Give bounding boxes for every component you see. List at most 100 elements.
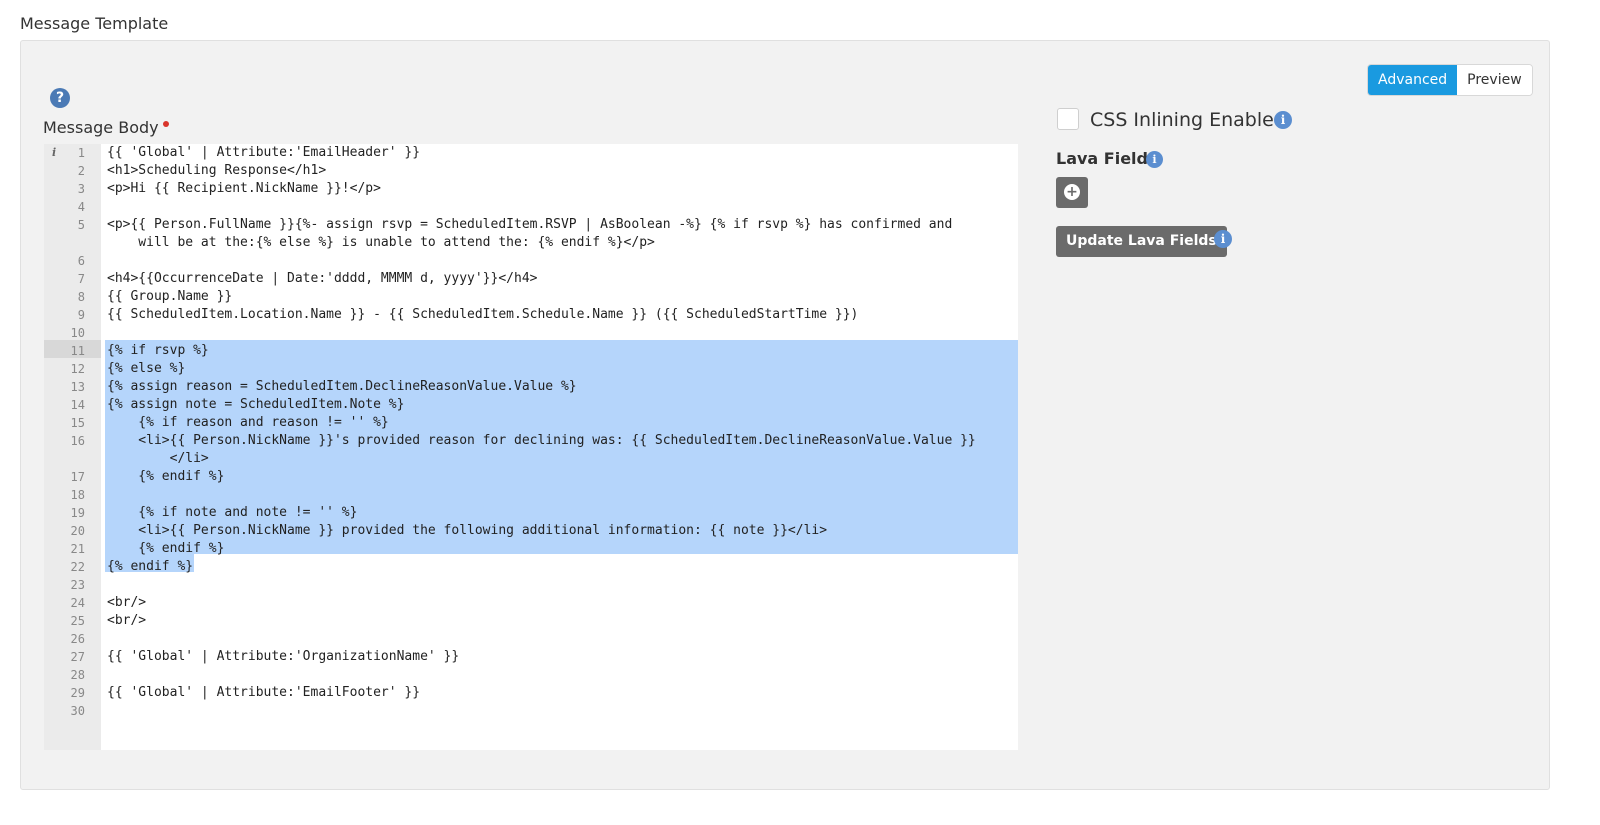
code-line[interactable]: 26 (44, 630, 1018, 648)
line-number: 26 (70, 632, 85, 646)
line-number: 11 (70, 344, 85, 358)
code-line[interactable]: 22 {% endif %} (44, 558, 1018, 576)
line-number: 17 (70, 470, 85, 484)
code-line[interactable]: 25 <br/> (44, 612, 1018, 630)
line-number: 2 (77, 164, 85, 178)
code-line[interactable]: 21 {% endif %} (44, 540, 1018, 558)
line-text: {{ 'Global' | Attribute:'OrganizationNam… (107, 649, 460, 664)
question-circle-icon[interactable]: ? (50, 88, 70, 108)
lava-fields-info-icon[interactable]: i (1146, 151, 1163, 168)
code-line[interactable]: 14 {% assign note = ScheduledItem.Note %} (44, 396, 1018, 414)
line-number: 29 (70, 686, 85, 700)
line-text: <li>{{ Person.NickName }} provided the f… (107, 523, 828, 538)
line-number: 20 (70, 524, 85, 538)
code-line[interactable]: will be at the:{% else %} is unable to a… (44, 234, 1018, 252)
line-number: 7 (77, 272, 85, 286)
line-number: 16 (70, 434, 85, 448)
code-line[interactable]: 8 {{ Group.Name }} (44, 288, 1018, 306)
line-number: 10 (70, 326, 85, 340)
line-number: 24 (70, 596, 85, 610)
code-line[interactable]: 7 <h4>{{OccurrenceDate | Date:'dddd, MMMM… (44, 270, 1018, 288)
line-text: </li> (107, 451, 209, 466)
preview-button[interactable]: Preview (1457, 65, 1532, 95)
code-line[interactable]: 10 (44, 324, 1018, 342)
line-text: <br/> (107, 613, 147, 628)
code-line[interactable]: 3 <p>Hi {{ Recipient.NickName }}!</p> (44, 180, 1018, 198)
line-number: 21 (70, 542, 85, 556)
line-number: 27 (70, 650, 85, 664)
code-line[interactable]: 15 {% if reason and reason != '' %} (44, 414, 1018, 432)
line-number: 23 (70, 578, 85, 592)
line-number: 15 (70, 416, 85, 430)
message-body-label-text: Message Body (43, 118, 159, 137)
line-text: {% assign note = ScheduledItem.Note %} (107, 397, 405, 412)
line-text: <h4>{{OccurrenceDate | Date:'dddd, MMMM … (107, 271, 538, 286)
code-line[interactable]: 27 {{ 'Global' | Attribute:'OrganizationN… (44, 648, 1018, 666)
message-body-label: Message Body (43, 118, 169, 137)
code-line[interactable]: 17 {% endif %} (44, 468, 1018, 486)
css-inlining-checkbox[interactable] (1057, 108, 1079, 130)
code-line[interactable]: 11 {% if rsvp %} (44, 342, 1018, 360)
code-line[interactable]: </li> (44, 450, 1018, 468)
code-line[interactable]: 9 {{ ScheduledItem.Location.Name }} - {{ … (44, 306, 1018, 324)
code-line[interactable]: 13 {% assign reason = ScheduledItem.Decli… (44, 378, 1018, 396)
code-line[interactable]: 6 (44, 252, 1018, 270)
line-text: {{ 'Global' | Attribute:'EmailFooter' }} (107, 685, 421, 700)
advanced-button[interactable]: Advanced (1368, 65, 1458, 95)
line-number: 14 (70, 398, 85, 412)
code-line[interactable]: 30 (44, 702, 1018, 720)
line-text: {% if note and note != '' %} (107, 505, 358, 520)
line-number: 19 (70, 506, 85, 520)
update-lava-fields-info-icon[interactable]: i (1214, 230, 1232, 248)
code-line[interactable]: 19 {% if note and note != '' %} (44, 504, 1018, 522)
lava-fields-label: Lava Fields (1056, 149, 1158, 168)
line-text: <p>Hi {{ Recipient.NickName }}!</p> (107, 181, 381, 196)
code-line[interactable]: 20 <li>{{ Person.NickName }} provided th… (44, 522, 1018, 540)
line-text: {% else %} (107, 361, 186, 376)
line-number: 4 (77, 200, 85, 214)
line-text: <li>{{ Person.NickName }}'s provided rea… (107, 433, 976, 448)
line-number: 18 (70, 488, 85, 502)
line-text: {% endif %} (107, 469, 225, 484)
view-mode-toggle: Advanced Preview (1367, 64, 1533, 96)
line-text: {% assign reason = ScheduledItem.Decline… (107, 379, 577, 394)
line-number: 13 (70, 380, 85, 394)
update-lava-fields-button[interactable]: Update Lava Fields (1056, 226, 1227, 257)
plus-circle-icon: + (1064, 184, 1080, 200)
line-text: <h1>Scheduling Response</h1> (107, 163, 327, 178)
code-line[interactable]: 29 {{ 'Global' | Attribute:'EmailFooter' … (44, 684, 1018, 702)
code-line[interactable]: 4 (44, 198, 1018, 216)
css-inlining-label: CSS Inlining Enabled (1090, 109, 1286, 131)
code-line[interactable]: 1 {{ 'Global' | Attribute:'EmailHeader' }… (44, 144, 1018, 162)
line-number: 9 (77, 308, 85, 322)
line-number: 30 (70, 704, 85, 718)
line-number: 22 (70, 560, 85, 574)
line-number: 8 (77, 290, 85, 304)
line-number: 25 (70, 614, 85, 628)
code-line[interactable]: 5 <p>{{ Person.FullName }}{%- assign rsvp… (44, 216, 1018, 234)
line-text: <br/> (107, 595, 147, 610)
line-text: {% if reason and reason != '' %} (107, 415, 389, 430)
code-editor[interactable]: i 1{{ 'Global' | Attribute:'EmailHeader'… (44, 144, 1018, 750)
line-text: {% endif %} (107, 559, 194, 574)
css-inlining-info-icon[interactable]: i (1274, 111, 1292, 129)
line-text: will be at the:{% else %} is unable to a… (107, 235, 655, 250)
code-line[interactable]: 12 {% else %} (44, 360, 1018, 378)
code-line[interactable]: 23 (44, 576, 1018, 594)
line-text: {{ 'Global' | Attribute:'EmailHeader' }} (107, 145, 421, 160)
line-number: 3 (77, 182, 85, 196)
line-number: 5 (77, 218, 85, 232)
code-line[interactable]: 28 (44, 666, 1018, 684)
line-text: <p>{{ Person.FullName }}{%- assign rsvp … (107, 217, 953, 232)
code-line[interactable]: 24 <br/> (44, 594, 1018, 612)
code-line[interactable]: 2 <h1>Scheduling Response</h1> (44, 162, 1018, 180)
line-text: {% if rsvp %} (107, 343, 209, 358)
page-title: Message Template (20, 14, 169, 33)
code-line[interactable]: 18 (44, 486, 1018, 504)
line-number: 28 (70, 668, 85, 682)
line-number: 1 (77, 146, 85, 160)
add-lava-field-button[interactable]: + (1056, 177, 1088, 208)
line-number: 6 (77, 254, 85, 268)
code-line[interactable]: 16 <li>{{ Person.NickName }}'s provided … (44, 432, 1018, 450)
line-number: 12 (70, 362, 85, 376)
